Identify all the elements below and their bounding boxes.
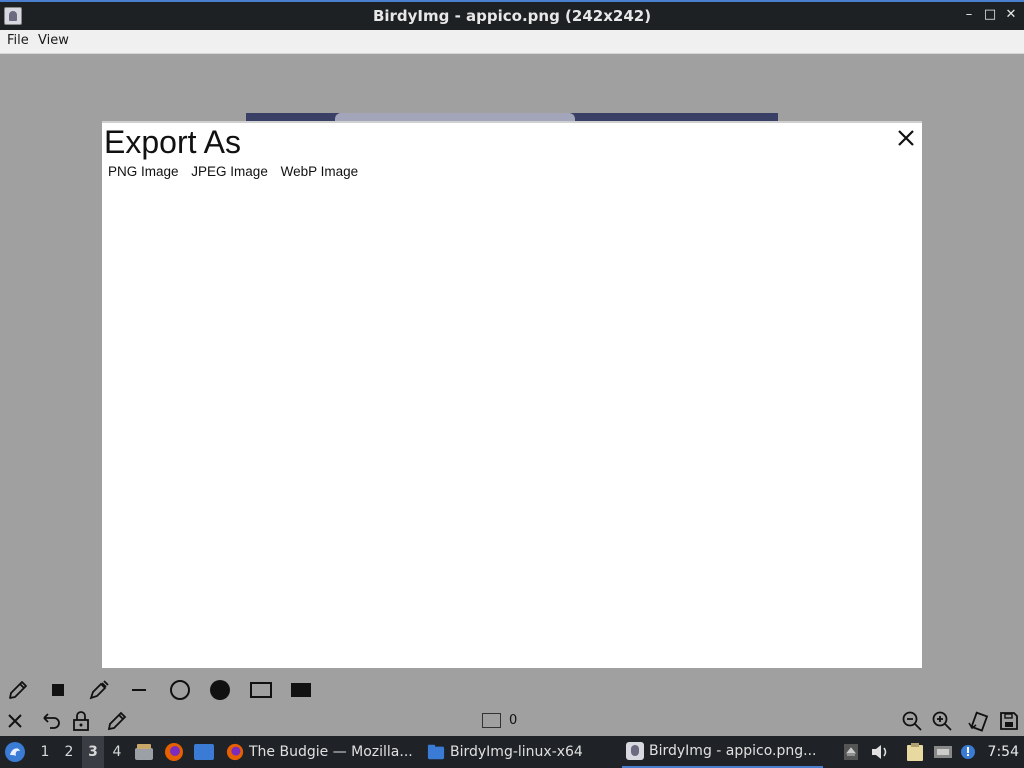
eject-icon[interactable] <box>843 736 861 768</box>
window-title: BirdyImg - appico.png (242x242) <box>372 7 652 25</box>
menu-bar: File View <box>0 30 1024 54</box>
workspace-1[interactable]: 1 <box>34 736 56 768</box>
action-toolbar: 0 <box>0 706 1024 736</box>
save-icon[interactable] <box>997 709 1021 733</box>
notifications-icon[interactable] <box>959 736 979 768</box>
line-icon[interactable] <box>127 678 151 702</box>
format-jpeg[interactable]: JPEG Image <box>191 164 268 179</box>
zoom-in-icon[interactable] <box>930 709 954 733</box>
task-birdyimg-folder[interactable]: BirdyImg-linux-x64 <box>423 736 583 768</box>
maximize-button[interactable]: □ <box>981 6 999 24</box>
rectangle-outline-icon[interactable] <box>249 678 273 702</box>
edit-icon[interactable] <box>105 709 129 733</box>
circle-filled-icon[interactable] <box>208 678 232 702</box>
close-icon[interactable] <box>3 709 27 733</box>
format-png[interactable]: PNG Image <box>108 164 179 179</box>
window-titlebar: BirdyImg - appico.png (242x242) – □ ✕ <box>0 0 1024 30</box>
menu-view[interactable]: View <box>38 33 69 48</box>
rectangle-filled-icon[interactable] <box>289 678 313 702</box>
files-icon[interactable] <box>134 736 154 768</box>
terminal-icon[interactable] <box>193 736 215 768</box>
format-list: PNG Image JPEG Image WebP Image <box>108 164 367 179</box>
menu-file[interactable]: File <box>7 33 29 48</box>
rotate-icon[interactable] <box>966 709 990 733</box>
clipboard-icon[interactable] <box>906 736 928 768</box>
task-birdyimg[interactable]: BirdyImg - appico.png... <box>622 736 823 768</box>
color-picker-icon[interactable] <box>87 678 111 702</box>
task-birdyimg-label: BirdyImg - appico.png... <box>649 743 817 759</box>
dialog-title: Export As <box>104 124 241 160</box>
workspace-2[interactable]: 2 <box>58 736 80 768</box>
circle-outline-icon[interactable] <box>168 678 192 702</box>
menu-launcher-icon[interactable] <box>4 736 28 768</box>
format-webp[interactable]: WebP Image <box>281 164 359 179</box>
task-firefox[interactable]: The Budgie — Mozilla... <box>222 736 413 768</box>
workspace-4[interactable]: 4 <box>106 736 128 768</box>
undo-icon[interactable] <box>39 709 63 733</box>
clock[interactable]: 7:54 <box>988 736 1019 768</box>
task-firefox-label: The Budgie — Mozilla... <box>249 744 413 760</box>
zoom-out-icon[interactable] <box>900 709 924 733</box>
brush-size-swatch[interactable] <box>482 713 501 728</box>
network-icon[interactable] <box>933 736 955 768</box>
small-square-icon[interactable] <box>46 678 70 702</box>
drawing-toolbar <box>0 674 1024 706</box>
task-folder-label: BirdyImg-linux-x64 <box>450 744 583 760</box>
minimize-button[interactable]: – <box>960 6 978 24</box>
close-icon[interactable] <box>894 126 918 150</box>
brush-size-value: 0 <box>509 713 518 728</box>
export-dialog: Export As PNG Image JPEG Image WebP Imag… <box>102 121 922 668</box>
taskbar: 1 2 3 4 The Budgie — Mozilla... BirdyImg… <box>0 736 1024 768</box>
firefox-icon[interactable] <box>164 736 184 768</box>
volume-icon[interactable] <box>870 736 890 768</box>
pencil-icon[interactable] <box>6 678 30 702</box>
close-window-button[interactable]: ✕ <box>1002 6 1020 24</box>
workspace-3[interactable]: 3 <box>82 736 104 768</box>
lock-icon[interactable] <box>69 709 93 733</box>
